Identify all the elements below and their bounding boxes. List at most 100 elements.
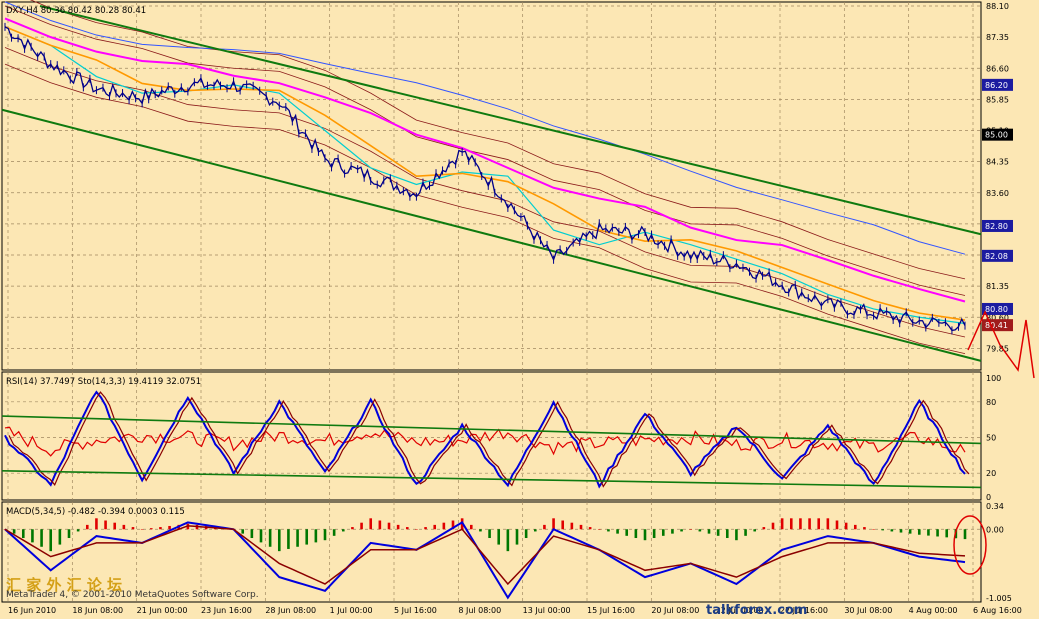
macd-histogram-bar — [131, 527, 135, 530]
macd-histogram-bar — [570, 522, 574, 530]
macd-histogram-bar — [707, 529, 711, 534]
price-tick-label: 83.60 — [986, 189, 1009, 198]
macd-histogram-bar — [597, 529, 601, 530]
price-tick-label: 88.10 — [986, 2, 1009, 11]
price-tick-label: 86.60 — [986, 64, 1009, 73]
rsi-tick-label: 20 — [986, 469, 996, 478]
macd-histogram-bar — [67, 529, 71, 539]
macd-histogram-bar — [945, 529, 949, 538]
macd-histogram-bar — [424, 527, 427, 530]
macd-histogram-bar — [762, 527, 766, 530]
macd-histogram-bar — [579, 524, 583, 530]
time-tick-label: 30 Jul 08:00 — [844, 606, 892, 615]
macd-histogram-bar — [314, 529, 318, 543]
macd-histogram-bar — [917, 529, 921, 535]
time-tick-label: 21 Jun 00:00 — [137, 606, 188, 615]
macd-histogram-bar — [241, 529, 245, 534]
main-header: DXY,H4 80.36 80.42 80.28 80.41 — [6, 6, 146, 16]
macd-tick-label: 0.34 — [986, 502, 1004, 511]
macd-histogram-bar — [890, 529, 894, 532]
macd-histogram-bar — [95, 518, 98, 530]
macd-histogram-bar — [140, 529, 144, 530]
macd-histogram-bar — [360, 522, 363, 530]
time-tick-label: 23 Jun 16:00 — [201, 606, 252, 615]
macd-histogram-bar — [250, 529, 254, 539]
macd-histogram-bar — [689, 529, 693, 530]
macd-histogram-bar — [936, 529, 939, 537]
macd-histogram-bar — [789, 518, 793, 530]
macd-histogram-bar — [40, 529, 43, 547]
macd-histogram-bar — [552, 518, 555, 530]
macd-histogram-bar — [296, 529, 299, 547]
macd-histogram-bar — [735, 529, 738, 541]
time-tick-label: 4 Aug 00:00 — [909, 606, 958, 615]
macd-histogram-bar — [671, 529, 674, 534]
macd-histogram-bar — [76, 529, 80, 532]
price-tag-label: 82.08 — [985, 252, 1008, 261]
time-tick-label: 16 Jun 2010 — [8, 606, 56, 615]
time-tick-label: 18 Jun 08:00 — [72, 606, 123, 615]
macd-histogram-bar — [680, 529, 683, 532]
macd-histogram-bar — [332, 529, 336, 536]
macd-histogram-bar — [899, 529, 903, 533]
macd-histogram-bar — [616, 529, 619, 534]
time-tick-label: 6 Aug 16:00 — [973, 606, 1022, 615]
macd-histogram-bar — [780, 518, 784, 530]
macd-histogram-bar — [963, 529, 967, 540]
rsi-tick-label: 50 — [986, 434, 996, 443]
macd-histogram-bar — [369, 518, 373, 530]
macd-histogram-bar — [661, 529, 665, 536]
time-tick-label: 20 Jul 08:00 — [651, 606, 699, 615]
macd-histogram-bar — [817, 518, 821, 530]
macd-histogram-bar — [159, 527, 162, 530]
macd-histogram-bar — [652, 529, 656, 539]
macd-histogram-bar — [625, 529, 629, 536]
macd-histogram-bar — [378, 520, 382, 530]
macd-histogram-bar — [104, 520, 107, 530]
price-tag-label: 82.80 — [985, 222, 1008, 231]
macd-tick-label: -1.005 — [986, 594, 1012, 603]
macd-histogram-bar — [881, 529, 885, 531]
macd-histogram-bar — [835, 520, 839, 530]
macd-histogram-bar — [58, 529, 62, 545]
macd-histogram-bar — [85, 524, 89, 530]
macd-histogram-bar — [826, 518, 830, 530]
macd-histogram-bar — [506, 529, 510, 552]
macd-histogram-bar — [122, 524, 126, 530]
time-tick-label: 28 Jun 08:00 — [265, 606, 316, 615]
macd-histogram-bar — [479, 529, 482, 532]
rsi-header: RSI(14) 37.7497 Sto(14,3,3) 19.4119 32.0… — [6, 377, 201, 387]
time-tick-label: 1 Jul 00:00 — [330, 606, 373, 615]
macd-histogram-bar — [698, 529, 702, 532]
macd-histogram-bar — [277, 529, 281, 552]
price-tick-label: 84.35 — [986, 158, 1009, 167]
macd-histogram-bar — [844, 522, 848, 530]
macd-header: MACD(5,34,5) -0.482 -0.394 0.0003 0.115 — [6, 507, 185, 517]
macd-histogram-bar — [524, 529, 528, 539]
macd-tick-label: 0.00 — [986, 525, 1004, 534]
macd-histogram-bar — [149, 528, 153, 530]
macd-histogram-bar — [634, 529, 638, 539]
macd-histogram-bar — [305, 529, 309, 545]
price-tick-label: 87.35 — [986, 33, 1009, 42]
macd-histogram-bar — [607, 529, 610, 532]
chart: 88.1087.3586.6085.8585.1084.3583.6082.85… — [0, 0, 1039, 619]
rsi-tick-label: 100 — [986, 374, 1001, 383]
price-tag-label: 86.20 — [985, 81, 1008, 90]
rsi-tick-label: 80 — [986, 398, 996, 407]
macd-histogram-bar — [168, 525, 171, 530]
macd-histogram-bar — [561, 520, 565, 530]
rsi-tick-label: 0 — [986, 493, 991, 502]
macd-histogram-bar — [533, 529, 537, 532]
watermark-site: talkforex.com — [706, 603, 807, 618]
time-tick-label: 15 Jul 16:00 — [587, 606, 635, 615]
macd-histogram-bar — [799, 518, 802, 530]
macd-histogram-bar — [908, 529, 912, 534]
macd-histogram-bar — [808, 518, 811, 530]
macd-histogram-bar — [771, 522, 775, 530]
price-tag-label: 85.00 — [985, 131, 1008, 140]
time-tick-label: 8 Jul 08:00 — [458, 606, 501, 615]
macd-histogram-bar — [113, 522, 117, 530]
macd-histogram-bar — [415, 529, 418, 530]
macd-histogram-bar — [396, 524, 400, 530]
